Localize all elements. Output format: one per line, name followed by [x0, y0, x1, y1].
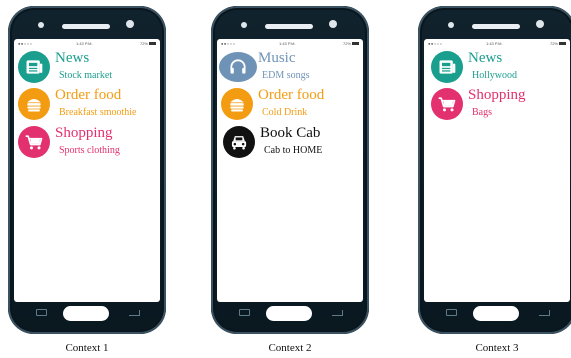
- battery-indicator: 72%: [343, 41, 359, 46]
- home-button[interactable]: [266, 306, 312, 321]
- suggestion-music[interactable]: Music EDM songs: [219, 50, 363, 85]
- suggestion-shopping[interactable]: Shopping Sports clothing: [18, 125, 160, 160]
- battery-icon: [559, 42, 566, 46]
- cart-icon: [18, 126, 50, 158]
- car-icon: [223, 126, 255, 158]
- suggestion-title: News: [55, 50, 90, 66]
- front-sensor: [448, 22, 454, 28]
- status-time: 1:43 P.M.: [76, 41, 93, 46]
- front-camera: [536, 20, 544, 28]
- home-button[interactable]: [63, 306, 109, 321]
- context-caption-1: Context 1: [65, 342, 109, 354]
- phone-context-3: ●●○○○ 1:43 P.M. 72% News Hollywood Shopp…: [418, 6, 571, 334]
- suggestion-news[interactable]: News Hollywood: [431, 50, 570, 85]
- suggestion-order-food[interactable]: Order food Cold Drink: [221, 87, 363, 122]
- battery-icon: [149, 42, 156, 46]
- status-bar: ●●○○○ 1:43 P.M. 72%: [14, 39, 160, 48]
- battery-indicator: 72%: [550, 41, 566, 46]
- battery-indicator: 72%: [140, 41, 156, 46]
- suggestion-book-cab[interactable]: Book Cab Cab to HOME: [221, 125, 363, 160]
- suggestion-title: Shopping: [55, 125, 113, 141]
- suggestion-subtitle: EDM songs: [262, 70, 310, 81]
- phone-speaker: [265, 24, 313, 29]
- suggestion-subtitle: Stock market: [59, 70, 113, 81]
- recent-apps-button[interactable]: [36, 309, 47, 316]
- phone-screen: ●●○○○ 1:43 P.M. 72% News Stock market Or…: [14, 39, 160, 302]
- newspaper-icon: [431, 51, 463, 83]
- front-sensor: [38, 22, 44, 28]
- recent-apps-button[interactable]: [239, 309, 250, 316]
- suggestion-title: Music: [258, 50, 296, 66]
- suggestion-subtitle: Bags: [472, 107, 492, 118]
- battery-percent: 72%: [549, 41, 558, 46]
- food-icon: [221, 88, 253, 120]
- suggestion-order-food[interactable]: Order food Breakfast smoothie: [18, 87, 160, 122]
- suggestion-title: Order food: [258, 87, 325, 103]
- phone-speaker: [472, 24, 520, 29]
- back-button[interactable]: [332, 310, 343, 316]
- suggestion-title: Shopping: [468, 87, 526, 103]
- context-caption-2: Context 2: [268, 342, 312, 354]
- suggestion-subtitle: Cab to HOME: [264, 145, 323, 156]
- suggestion-title: Book Cab: [260, 125, 321, 141]
- suggestion-subtitle: Hollywood: [472, 70, 517, 81]
- phone-screen: ●●○○○ 1:43 P.M. 72% News Hollywood Shopp…: [424, 39, 570, 302]
- cart-icon: [431, 88, 463, 120]
- phone-screen: ●●○○○ 1:43 P.M. 72% Music EDM songs Orde…: [217, 39, 363, 302]
- status-bar: ●●○○○ 1:43 P.M. 72%: [424, 39, 570, 48]
- phone-context-2: ●●○○○ 1:43 P.M. 72% Music EDM songs Orde…: [211, 6, 369, 334]
- headphones-icon: [219, 52, 257, 82]
- signal-indicator: ●●○○○: [428, 41, 443, 46]
- phone-speaker: [62, 24, 110, 29]
- suggestion-title: News: [468, 50, 503, 66]
- front-sensor: [241, 22, 247, 28]
- suggestion-subtitle: Cold Drink: [262, 107, 308, 118]
- status-time: 1:43 P.M.: [486, 41, 503, 46]
- signal-indicator: ●●○○○: [221, 41, 236, 46]
- suggestion-title: Order food: [55, 87, 122, 103]
- context-caption-3: Context 3: [475, 342, 519, 354]
- phone-context-1: ●●○○○ 1:43 P.M. 72% News Stock market Or…: [8, 6, 166, 334]
- food-icon: [18, 88, 50, 120]
- front-camera: [329, 20, 337, 28]
- back-button[interactable]: [129, 310, 140, 316]
- front-camera: [126, 20, 134, 28]
- home-button[interactable]: [473, 306, 519, 321]
- suggestion-news[interactable]: News Stock market: [18, 50, 160, 85]
- battery-icon: [352, 42, 359, 46]
- status-bar: ●●○○○ 1:43 P.M. 72%: [217, 39, 363, 48]
- recent-apps-button[interactable]: [446, 309, 457, 316]
- suggestion-subtitle: Sports clothing: [59, 145, 120, 156]
- suggestion-subtitle: Breakfast smoothie: [59, 107, 137, 118]
- battery-percent: 72%: [139, 41, 148, 46]
- status-time: 1:43 P.M.: [279, 41, 296, 46]
- battery-percent: 72%: [342, 41, 351, 46]
- suggestion-shopping[interactable]: Shopping Bags: [431, 87, 570, 122]
- signal-indicator: ●●○○○: [18, 41, 33, 46]
- back-button[interactable]: [539, 310, 550, 316]
- newspaper-icon: [18, 51, 50, 83]
